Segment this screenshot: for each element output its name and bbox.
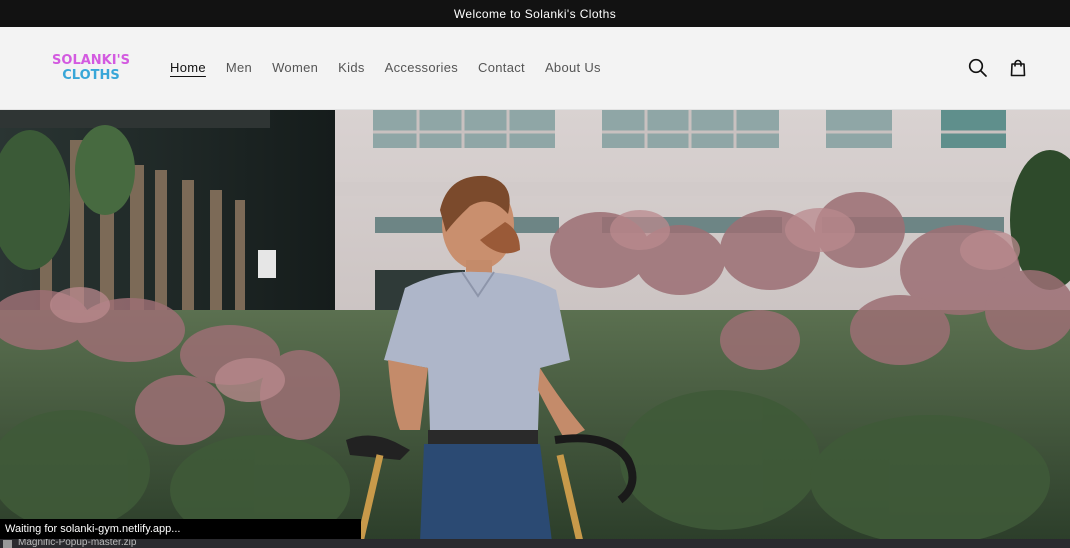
site-header: SOLANKI'S CLOTHS Home Men Women Kids Acc… bbox=[0, 27, 1070, 110]
logo-line-2: CLOTHS bbox=[62, 68, 120, 83]
announcement-bar: Welcome to Solanki's Cloths bbox=[0, 0, 1070, 27]
cart-button[interactable] bbox=[1005, 55, 1031, 81]
nav-item-kids[interactable]: Kids bbox=[328, 55, 375, 81]
hero-banner[interactable] bbox=[0, 110, 1070, 542]
hero-image bbox=[0, 110, 1070, 542]
nav-item-men[interactable]: Men bbox=[216, 55, 262, 81]
status-text: Waiting for solanki-gym.netlify.app... bbox=[5, 523, 181, 535]
logo-line-1: SOLANKI'S bbox=[52, 53, 130, 68]
search-button[interactable] bbox=[965, 55, 991, 81]
nav-item-about-us[interactable]: About Us bbox=[535, 55, 611, 81]
download-file-name[interactable]: Magnific-Popup-master.zip bbox=[18, 539, 136, 548]
search-icon bbox=[968, 58, 987, 77]
cart-icon bbox=[1010, 59, 1026, 77]
nav-item-women[interactable]: Women bbox=[262, 55, 328, 81]
main-navigation: Home Men Women Kids Accessories Contact … bbox=[160, 55, 611, 81]
nav-item-home[interactable]: Home bbox=[160, 55, 216, 81]
nav-item-accessories[interactable]: Accessories bbox=[375, 55, 468, 81]
downloads-bar: Magnific-Popup-master.zip bbox=[0, 539, 1070, 548]
announcement-text: Welcome to Solanki's Cloths bbox=[453, 6, 617, 21]
site-logo[interactable]: SOLANKI'S CLOTHS bbox=[50, 51, 132, 85]
browser-status-bar: Waiting for solanki-gym.netlify.app... bbox=[0, 519, 361, 539]
zip-file-icon bbox=[3, 540, 12, 548]
nav-item-contact[interactable]: Contact bbox=[468, 55, 535, 81]
